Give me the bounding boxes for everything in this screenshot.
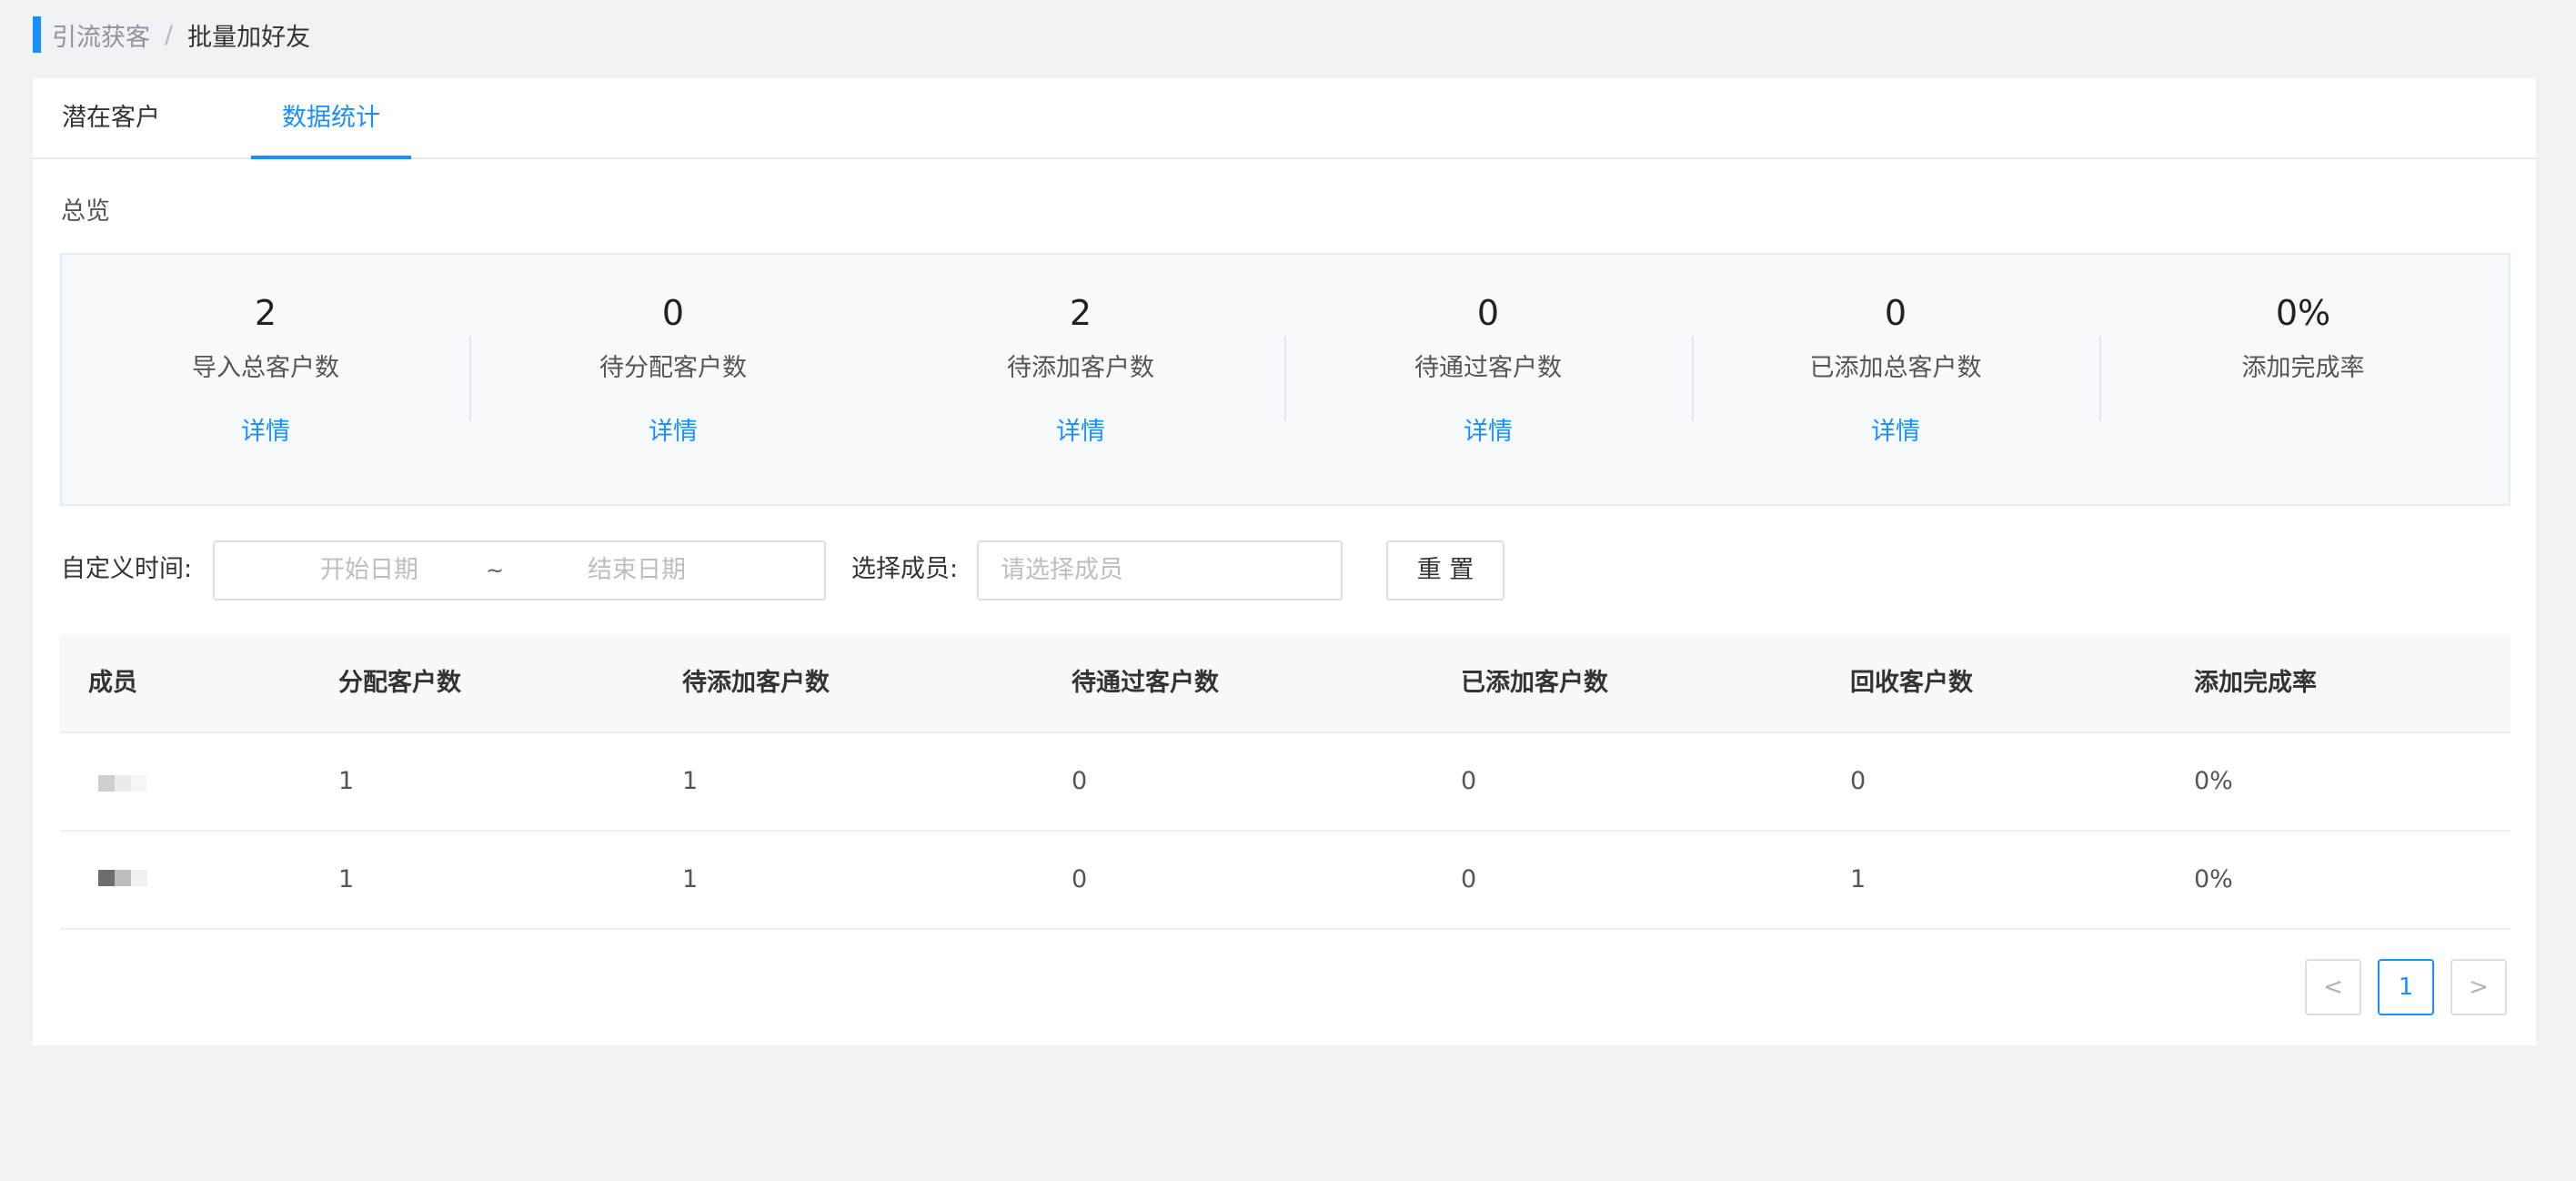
tab-bar: 潜在客户 数据统计 [33,78,2536,159]
custom-time-label: 自定义时间: [61,555,193,583]
stat-imported-total: 2 导入总客户数 详情 [62,255,469,504]
member-select-placeholder: 请选择成员 [1001,556,1123,584]
tab-potential-customers[interactable]: 潜在客户 [62,78,180,157]
stat-label: 已添加总客户数 [1809,354,1982,382]
cell-assigned: 1 [338,865,355,893]
member-select[interactable]: 请选择成员 [977,540,1343,601]
breadcrumb: 引流获客 / 批量加好友 [33,16,310,53]
overview-title: 总览 [61,197,110,226]
cell-pending-approve: 0 [1072,767,1088,795]
column-header: 成员 [88,669,137,697]
breadcrumb-current: 批量加好友 [187,23,311,52]
reset-button[interactable]: 重 置 [1386,540,1504,601]
tab-data-statistics[interactable]: 数据统计 [251,78,411,159]
member-avatar-redacted [98,870,147,886]
next-page-button[interactable]: > [2450,959,2507,1015]
stat-value: 0 [1476,293,1500,333]
start-date-input[interactable]: 开始日期 [278,542,460,599]
breadcrumb-separator: / [165,20,174,49]
column-header: 添加完成率 [2194,669,2317,697]
member-stats-table: 成员 分配客户数 待添加客户数 待通过客户数 已添加客户数 回收客户数 添加完成… [60,635,2511,930]
end-date-input[interactable]: 结束日期 [546,542,728,599]
stat-label: 添加完成率 [2241,354,2365,382]
stat-pending-add: 2 待添加客户数 详情 [877,255,1284,504]
main-card: 潜在客户 数据统计 总览 2 导入总客户数 详情 0 待分配客户数 详情 2 待… [33,78,2536,1045]
table-row: 1 1 0 0 0 0% [60,733,2511,832]
breadcrumb-accent-bar [33,16,41,53]
stat-detail-link[interactable]: 详情 [877,411,1284,447]
stat-value: 0 [661,293,685,333]
column-header: 分配客户数 [338,669,461,697]
cell-recycled: 1 [1850,865,1867,893]
select-member-label: 选择成员: [851,555,959,583]
prev-page-button[interactable]: < [2305,959,2361,1015]
stat-value: 0% [2275,293,2331,333]
breadcrumb-parent[interactable]: 引流获客 [52,17,150,53]
cell-pending-add: 1 [682,865,699,893]
table-row: 1 1 0 0 1 0% [60,832,2511,930]
date-range-separator: ~ [486,558,505,583]
stat-detail-link[interactable]: 详情 [1692,411,2099,447]
cell-pending-approve: 0 [1072,865,1088,893]
page-number-button[interactable]: 1 [2378,959,2434,1015]
cell-completion-rate: 0% [2194,865,2233,893]
member-avatar-redacted [98,775,147,792]
stat-detail-link[interactable]: 详情 [62,411,469,447]
cell-recycled: 0 [1850,767,1867,795]
stat-pending-approve: 0 待通过客户数 详情 [1284,255,1692,504]
cell-added: 0 [1461,767,1477,795]
table-header: 成员 分配客户数 待添加客户数 待通过客户数 已添加客户数 回收客户数 添加完成… [60,635,2511,733]
cell-pending-add: 1 [682,767,699,795]
stat-label: 待分配客户数 [599,354,747,382]
stat-value: 2 [1069,293,1092,333]
column-header: 已添加客户数 [1461,669,1608,697]
date-range-picker[interactable]: 开始日期 ~ 结束日期 [213,540,826,601]
column-header: 待通过客户数 [1072,669,1219,697]
overview-panel: 2 导入总客户数 详情 0 待分配客户数 详情 2 待添加客户数 详情 0 待通… [60,253,2511,506]
stat-added-total: 0 已添加总客户数 详情 [1692,255,2099,504]
stat-value: 2 [254,293,277,333]
cell-assigned: 1 [338,767,355,795]
cell-added: 0 [1461,865,1477,893]
stat-label: 待通过客户数 [1414,354,1562,382]
stat-pending-assign: 0 待分配客户数 详情 [469,255,877,504]
cell-completion-rate: 0% [2194,767,2233,795]
column-header: 待添加客户数 [682,669,830,697]
column-header: 回收客户数 [1850,669,1973,697]
stat-label: 导入总客户数 [192,354,339,382]
stat-completion-rate: 0% 添加完成率 [2099,255,2507,504]
stat-label: 待添加客户数 [1007,354,1154,382]
stat-value: 0 [1884,293,1907,333]
stat-detail-link[interactable]: 详情 [469,411,877,447]
stat-detail-link[interactable]: 详情 [1284,411,1692,447]
